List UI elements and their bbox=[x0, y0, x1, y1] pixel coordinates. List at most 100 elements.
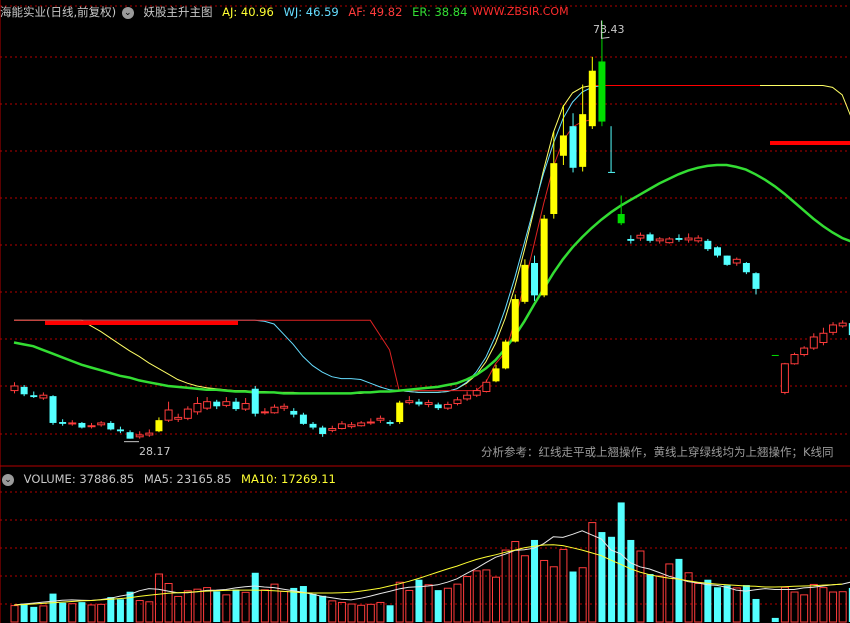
candle bbox=[588, 70, 596, 127]
volume-bar bbox=[376, 601, 385, 623]
volume-bar bbox=[588, 522, 597, 623]
volume-bar bbox=[752, 598, 760, 622]
candle bbox=[290, 410, 298, 415]
volume-bar bbox=[704, 579, 712, 622]
candle bbox=[742, 263, 750, 273]
volume-bar bbox=[665, 563, 674, 623]
candle bbox=[241, 403, 250, 410]
volume-bar bbox=[299, 586, 307, 622]
candle bbox=[443, 403, 452, 409]
volume-bar bbox=[434, 590, 442, 622]
volume-bar bbox=[347, 603, 356, 623]
candle bbox=[59, 422, 67, 424]
volume-bar bbox=[260, 589, 269, 623]
candle bbox=[646, 234, 654, 241]
volume-bar bbox=[636, 550, 645, 623]
volume-bar bbox=[126, 591, 134, 622]
volume-bar bbox=[154, 573, 163, 623]
candle bbox=[636, 234, 645, 239]
candle bbox=[193, 403, 202, 413]
volume-bar bbox=[675, 558, 683, 622]
price-high-label: 73.43 bbox=[593, 23, 625, 36]
candle bbox=[145, 432, 154, 436]
candle bbox=[203, 401, 212, 409]
candle bbox=[675, 238, 683, 240]
candle bbox=[752, 273, 760, 289]
candle bbox=[579, 114, 587, 167]
candle bbox=[723, 255, 731, 265]
candle bbox=[366, 421, 375, 424]
volume-bar bbox=[290, 587, 298, 622]
candle bbox=[280, 405, 289, 409]
volume-header: ⌄ VOLUME: 37886.85 MA5: 23165.85 MA10: 1… bbox=[0, 469, 342, 489]
candle bbox=[809, 336, 818, 349]
candle bbox=[174, 416, 183, 420]
candle bbox=[232, 401, 240, 410]
kline-chart[interactable] bbox=[0, 0, 850, 623]
candle bbox=[704, 240, 712, 250]
volume-bar bbox=[135, 600, 144, 623]
candle bbox=[386, 422, 394, 424]
volume-bar bbox=[771, 617, 779, 622]
volume-bar bbox=[492, 576, 500, 623]
candle bbox=[482, 381, 491, 393]
candle bbox=[598, 61, 606, 122]
volume-bar bbox=[366, 603, 375, 623]
volume-bar bbox=[800, 594, 809, 623]
volume-bar bbox=[424, 584, 433, 623]
candle bbox=[319, 427, 327, 435]
volume-bar bbox=[251, 572, 259, 622]
candle bbox=[655, 238, 664, 242]
volume-bar bbox=[87, 604, 96, 623]
candle bbox=[829, 324, 838, 333]
candle bbox=[213, 401, 221, 407]
chevron-down-icon[interactable]: ⌄ bbox=[2, 473, 14, 486]
candle bbox=[78, 422, 86, 428]
volume-bar bbox=[520, 555, 529, 623]
volume-bar bbox=[482, 569, 491, 623]
candle bbox=[550, 163, 558, 215]
volume-bar bbox=[780, 586, 789, 623]
candle bbox=[819, 332, 828, 344]
candle bbox=[357, 422, 366, 427]
volume-bar bbox=[386, 605, 394, 622]
volume-bar bbox=[511, 541, 520, 623]
volume-bar bbox=[655, 575, 664, 623]
volume-bar bbox=[472, 570, 481, 623]
volume-value: VOLUME: 37886.85 bbox=[23, 472, 135, 486]
candle bbox=[463, 394, 472, 400]
volume-bar bbox=[39, 605, 48, 623]
candle bbox=[472, 390, 481, 396]
price-low-label: 28.17 bbox=[139, 445, 171, 458]
candle bbox=[424, 402, 433, 405]
volume-bar bbox=[617, 502, 625, 622]
volume-ma10: MA10: 17269.11 bbox=[241, 472, 336, 486]
candle bbox=[270, 406, 279, 414]
volume-bar bbox=[549, 566, 558, 623]
candle bbox=[453, 399, 462, 405]
candle bbox=[222, 401, 231, 406]
volume-bar bbox=[107, 597, 115, 622]
candle bbox=[502, 341, 510, 369]
candle bbox=[10, 385, 19, 392]
candle bbox=[531, 263, 539, 296]
volume-bar bbox=[213, 591, 221, 622]
candle bbox=[299, 414, 307, 424]
candle bbox=[434, 404, 442, 409]
candle bbox=[87, 425, 96, 428]
volume-bar bbox=[164, 583, 173, 623]
volume-bar bbox=[280, 590, 289, 623]
candle bbox=[665, 238, 674, 244]
candle bbox=[135, 434, 144, 438]
volume-bar bbox=[232, 589, 240, 622]
volume-bar bbox=[270, 583, 279, 623]
volume-bar bbox=[790, 591, 799, 623]
candle bbox=[780, 363, 789, 393]
candle bbox=[328, 427, 337, 431]
candle bbox=[347, 424, 356, 428]
candle bbox=[107, 422, 115, 430]
volume-bar bbox=[174, 595, 183, 623]
candle bbox=[492, 368, 500, 382]
candle bbox=[540, 218, 548, 296]
volume-bar bbox=[694, 583, 703, 623]
